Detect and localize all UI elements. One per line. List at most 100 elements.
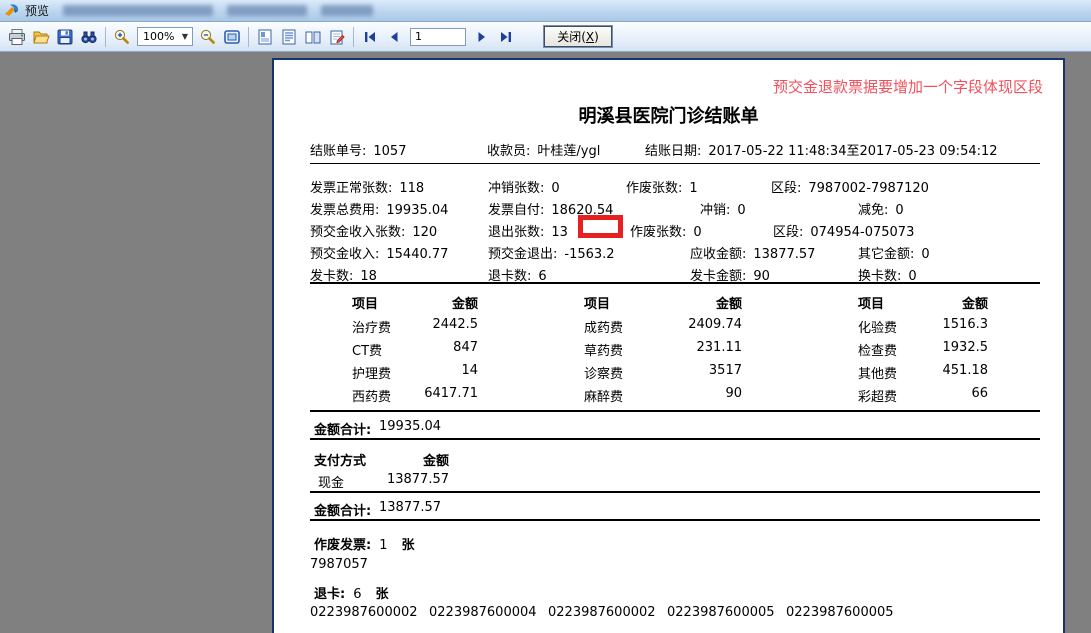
stat-value: -1563.2	[564, 247, 615, 262]
void-invoice-field: 作废发票: 1 张	[314, 534, 415, 553]
items-total-label: 金额合计:	[314, 423, 372, 438]
cashier-label: 收款员:	[487, 144, 531, 159]
void-invoice-count: 1	[379, 538, 388, 553]
payment-header-row: 支付方式 金额	[274, 450, 1063, 470]
stat-value: 074954-075073	[810, 225, 915, 240]
payment-total-row: 金额合计: 13877.57	[274, 500, 1063, 520]
stat-field: 预交金收入: 15440.77	[310, 243, 448, 262]
payment-method: 现金	[318, 476, 345, 491]
stat-label: 发票自付:	[488, 203, 545, 218]
divider-line	[310, 282, 1040, 284]
stat-value: 0	[737, 203, 746, 218]
item-amount: 6417.71	[424, 386, 478, 401]
bill-header-row: 结账单号: 1057 收款员: 叶桂莲/ygl 结账日期: 2017-05-22 11…	[274, 140, 1063, 160]
stat-label: 退出张数:	[488, 225, 545, 240]
stat-field: 作废张数: 1	[626, 177, 698, 196]
blurred-title-text	[227, 5, 308, 16]
stat-label: 减免:	[858, 203, 889, 218]
two-page-view-button[interactable]	[301, 25, 325, 49]
stat-value: 118	[399, 181, 425, 196]
divider-line	[310, 491, 1040, 493]
item-amount: 1932.5	[942, 340, 989, 355]
divider-line	[310, 163, 1040, 164]
zoom-out-button[interactable]	[196, 25, 220, 49]
first-page-icon	[365, 31, 375, 42]
preview-workspace: 预交金退款票据要增加一个字段体现区段 明溪县医院门诊结账单 结账单号: 1057 …	[0, 53, 1091, 633]
next-page-button[interactable]	[470, 25, 494, 49]
save-button[interactable]	[53, 25, 77, 49]
preview-window: 预览 100% ▼ 1 关闭(X) 预交金退款票据要增加一个字段体现区段 明…	[0, 0, 1091, 633]
stat-field: 应收金额: 13877.57	[690, 243, 815, 262]
titlebar: 预览	[0, 0, 1091, 22]
settle-date-value: 2017-05-22 11:48:34至2017-05-23 09:54:12	[708, 144, 998, 159]
zoom-level-value: 100%	[143, 30, 175, 43]
stat-field: 冲销: 0	[700, 199, 746, 218]
red-highlight-box	[578, 215, 623, 238]
cashier-field: 收款员: 叶桂莲/ygl	[487, 140, 600, 159]
stat-label: 发票正常张数:	[310, 181, 393, 196]
stat-label: 冲销张数:	[488, 181, 545, 196]
items-header-item: 项目	[858, 297, 885, 312]
stat-field: 退出张数: 13	[488, 221, 568, 240]
void-invoice-number: 7987057	[310, 557, 368, 572]
refund-card-unit: 张	[375, 587, 389, 602]
stat-label: 预交金退出:	[488, 247, 558, 262]
toolbar-separator	[248, 26, 249, 47]
edit-page-button[interactable]	[325, 25, 349, 49]
stat-label: 区段:	[773, 225, 804, 240]
stat-value: 19935.04	[386, 203, 449, 218]
bill-number-value: 1057	[373, 144, 407, 159]
last-page-icon	[501, 31, 511, 42]
print-button[interactable]	[5, 25, 29, 49]
divider-line	[310, 519, 1040, 521]
stat-value: 0	[921, 247, 930, 262]
item-amount: 847	[453, 340, 478, 355]
stats-row: 预交金收入: 15440.77 预交金退出: -1563.2 应收金额: 13877.…	[274, 243, 1063, 263]
settle-date-field: 结账日期: 2017-05-22 11:48:34至2017-05-23 09:5…	[645, 140, 998, 159]
item-amount: 3517	[708, 363, 742, 378]
refund-card-number: 0223987600005	[667, 605, 775, 620]
last-page-button[interactable]	[494, 25, 518, 49]
void-invoice-numbers-row: 7987057	[274, 557, 1063, 577]
items-header-amount: 金额	[715, 297, 742, 312]
refund-card-row: 退卡: 6 张	[274, 583, 1063, 603]
zoom-in-button[interactable]	[110, 25, 134, 49]
close-label-key: X	[585, 29, 595, 44]
first-page-button[interactable]	[358, 25, 382, 49]
toolbar-separator	[105, 26, 106, 47]
zoom-level-dropdown[interactable]: 100% ▼	[137, 27, 193, 46]
prev-page-button[interactable]	[382, 25, 406, 49]
item-amount: 231.11	[696, 340, 743, 355]
blurred-title-text	[321, 5, 374, 16]
next-page-icon	[478, 31, 485, 42]
page-number-input[interactable]	[410, 27, 466, 46]
open-button[interactable]	[29, 25, 53, 49]
item-name: 草药费	[584, 344, 624, 359]
stat-field: 发票总费用: 19935.04	[310, 199, 448, 218]
void-invoice-unit: 张	[401, 538, 415, 553]
page-list-view-button[interactable]	[277, 25, 301, 49]
blurred-title-text	[63, 5, 214, 16]
fit-page-button[interactable]	[220, 25, 244, 49]
payment-amount: 13877.57	[386, 472, 449, 487]
single-page-view-button[interactable]	[253, 25, 277, 49]
item-name: 诊察费	[584, 367, 624, 382]
stat-field: 作废张数: 0	[630, 221, 702, 240]
close-button[interactable]: 关闭(X)	[544, 26, 612, 47]
stat-value: 7987002-7987120	[808, 181, 929, 196]
find-button[interactable]	[77, 25, 101, 49]
payment-row: 现金 13877.57	[274, 472, 1063, 492]
stat-value: 0	[693, 225, 702, 240]
chevron-down-icon: ▼	[181, 32, 188, 41]
bill-number-field: 结账单号: 1057	[310, 140, 406, 159]
stat-field: 区段: 074954-075073	[773, 221, 914, 240]
void-invoice-label: 作废发票:	[314, 538, 372, 553]
stats-row: 预交金收入张数: 120 退出张数: 13 作废张数: 0 区段: 074954-075…	[274, 221, 1063, 241]
stat-value: 13	[551, 225, 568, 240]
stat-label: 其它金额:	[858, 247, 915, 262]
stat-label: 作废张数:	[626, 181, 683, 196]
items-header-row: 项目 金额 项目 金额 项目 金额	[274, 293, 1063, 313]
fit-page-icon	[224, 29, 240, 44]
items-header-item: 项目	[352, 297, 379, 312]
payment-total-label: 金额合计:	[314, 504, 372, 519]
